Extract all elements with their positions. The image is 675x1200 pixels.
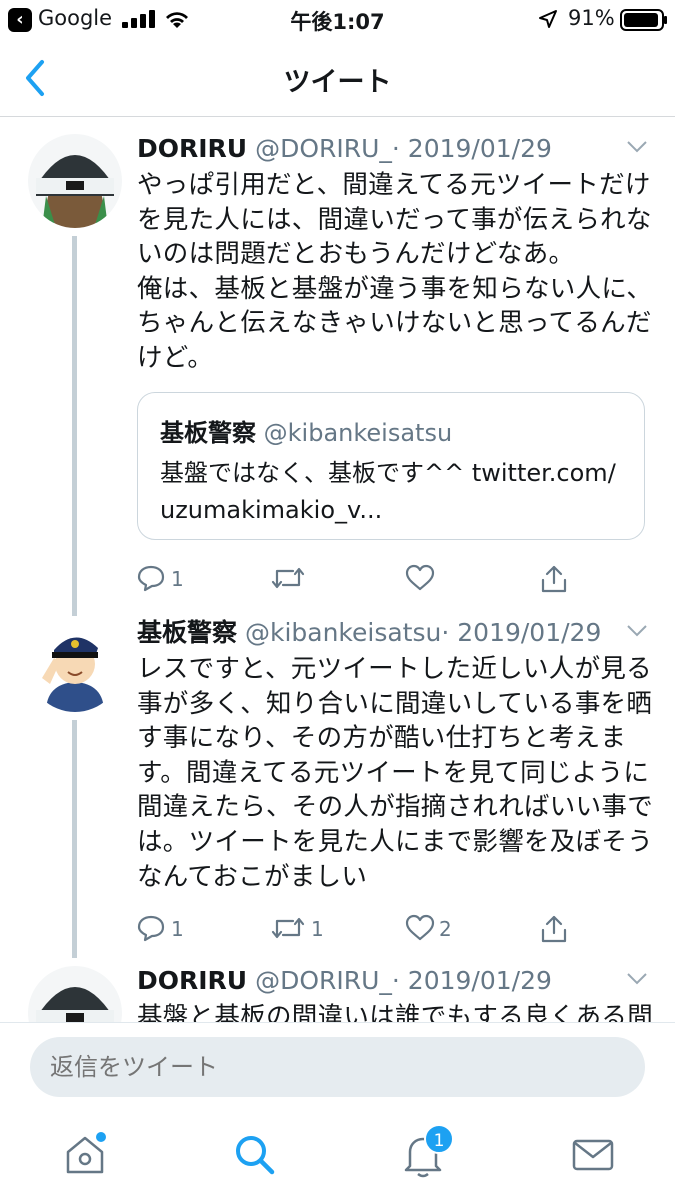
tweet[interactable]: DORIRU @DORIRU_· 2019/01/29 やっぱ引用だと、間違えて…	[0, 134, 675, 616]
new-content-dot	[96, 1132, 106, 1142]
robot-helmet-avatar-icon	[28, 134, 122, 228]
quote-text: 基盤ではなく、基板です^^ twitter.com/ uzumakimakio_…	[160, 459, 616, 524]
author-handle[interactable]: @DORIRU_	[255, 134, 392, 163]
tab-messages[interactable]	[570, 1132, 616, 1178]
reply-input[interactable]	[30, 1037, 645, 1097]
tab-search[interactable]	[232, 1132, 278, 1178]
page-title: ツイート	[283, 67, 392, 98]
tweet-text: やっぱ引用だと、間違えてる元ツイートだけ を見た人には、間違いだって事が伝えられ…	[137, 170, 653, 373]
reply-button[interactable]: 1	[137, 560, 217, 600]
share-icon	[541, 915, 567, 943]
quote-author-name: 基板警察	[160, 419, 256, 447]
quoted-tweet[interactable]: 基板警察 @kibankeisatsu 基盤ではなく、基板です^^ twitte…	[137, 392, 645, 540]
heart-icon	[405, 564, 435, 591]
tab-bar: 1	[0, 1120, 675, 1200]
navigation-bar: ツイート	[0, 40, 675, 117]
heart-icon	[405, 914, 435, 941]
quote-header: 基板警察 @kibankeisatsu	[160, 413, 452, 448]
retweet-icon	[271, 567, 305, 589]
avatar[interactable]	[28, 134, 122, 228]
thread-connector-line	[72, 720, 77, 958]
tweet-actions: 1	[137, 560, 657, 600]
tweet-text: 基盤と基板の間違いは誰でもする良くある間	[137, 1002, 654, 1022]
retweet-button[interactable]	[271, 560, 351, 600]
envelope-icon	[572, 1139, 614, 1171]
reply-button[interactable]: 1	[137, 910, 217, 950]
notification-badge: 1	[424, 1124, 454, 1154]
quote-author-handle: @kibankeisatsu	[263, 419, 453, 447]
like-button[interactable]	[405, 560, 485, 600]
retweet-button[interactable]: 1	[271, 910, 351, 950]
tweet-thread: DORIRU @DORIRU_· 2019/01/29 やっぱ引用だと、間違えて…	[0, 118, 675, 1022]
search-icon	[236, 1136, 275, 1175]
reply-bar	[0, 1022, 675, 1120]
chevron-down-icon[interactable]	[626, 624, 648, 638]
tab-home[interactable]	[62, 1132, 108, 1178]
author-handle[interactable]: @DORIRU_	[255, 966, 392, 995]
status-bar: ‹ Google 午後1:07 91%	[0, 0, 675, 40]
retweet-icon	[271, 917, 305, 939]
reply-icon	[137, 915, 165, 942]
tweet-date: · 2019/01/29	[391, 134, 552, 163]
like-count: 2	[439, 917, 452, 941]
share-button[interactable]	[539, 910, 579, 950]
reply-count: 1	[171, 917, 184, 941]
chevron-down-icon[interactable]	[626, 972, 648, 986]
tab-notifications[interactable]: 1	[400, 1124, 454, 1178]
retweet-count: 1	[311, 917, 324, 941]
reply-count: 1	[171, 567, 184, 591]
tweet-date: · 2019/01/29	[441, 618, 602, 647]
tweet-header: 基板警察 @kibankeisatsu· 2019/01/29	[137, 618, 601, 648]
author-handle[interactable]: @kibankeisatsu	[245, 618, 441, 647]
reply-icon	[137, 565, 165, 592]
share-icon	[541, 565, 567, 593]
avatar[interactable]	[28, 618, 122, 712]
tweet-date: · 2019/01/29	[391, 966, 552, 995]
battery-icon	[620, 9, 667, 31]
author-name[interactable]: DORIRU	[137, 966, 247, 995]
tweet-text: レスですと、元ツイートした近しい人が見る 事が多く、知り合いに間違いしている事を…	[137, 654, 654, 892]
tweet-header: DORIRU @DORIRU_· 2019/01/29	[137, 134, 552, 164]
chevron-down-icon[interactable]	[626, 140, 648, 154]
thread-connector-line	[72, 236, 77, 616]
robot-helmet-avatar-icon	[28, 966, 122, 1022]
avatar[interactable]	[28, 966, 122, 1022]
like-button[interactable]: 2	[405, 910, 485, 950]
author-name[interactable]: 基板警察	[137, 618, 237, 647]
tweet[interactable]: 基板警察 @kibankeisatsu· 2019/01/29 レスですと、元ツ…	[0, 618, 675, 964]
tweet-actions: 1 1 2	[137, 910, 657, 950]
tweet[interactable]: DORIRU @DORIRU_· 2019/01/29 基盤と基板の間違いは誰で…	[0, 966, 675, 1022]
tweet-header: DORIRU @DORIRU_· 2019/01/29	[137, 966, 552, 996]
location-arrow-icon	[539, 10, 557, 28]
author-name[interactable]: DORIRU	[137, 134, 247, 163]
police-officer-avatar-icon	[28, 618, 122, 712]
battery-percentage: 91%	[568, 6, 615, 30]
share-button[interactable]	[539, 560, 579, 600]
